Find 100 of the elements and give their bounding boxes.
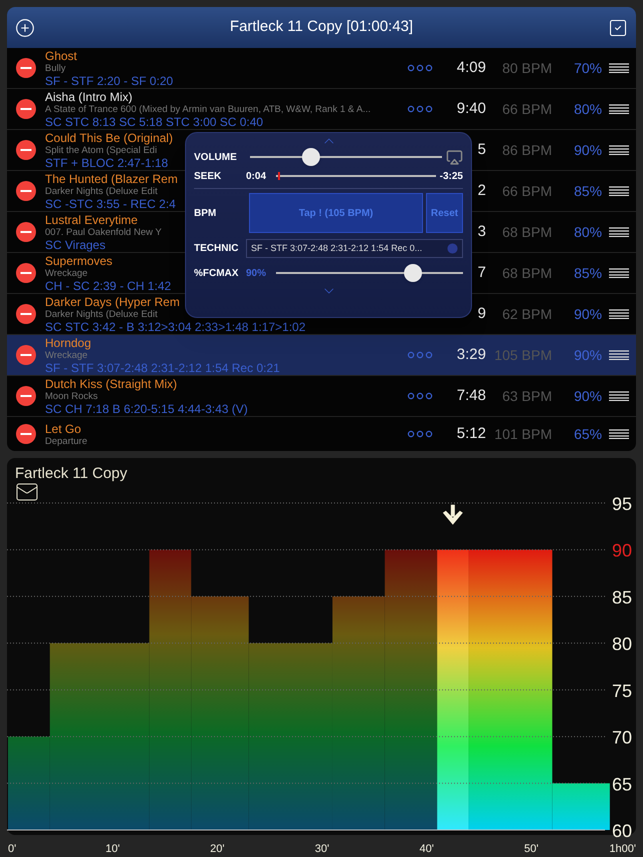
- slider-thumb[interactable]: [302, 148, 320, 166]
- track-fcmax: 90%: [574, 346, 602, 364]
- remove-icon[interactable]: [16, 181, 36, 201]
- track-fcmax: 85%: [574, 264, 602, 282]
- technic-field[interactable]: SF - STF 3:07-2:48 2:31-2:12 1:54 Rec 0...: [246, 239, 463, 258]
- more-icon[interactable]: [407, 64, 433, 72]
- track-technic: SC CH 7:18 B 6:20-5:15 4:44-3:43 (V): [45, 402, 248, 416]
- track-title: Let Go: [45, 422, 82, 436]
- track-fcmax: 90%: [574, 304, 602, 324]
- x-tick-label: 20': [210, 843, 224, 855]
- seek-marker[interactable]: [278, 172, 280, 180]
- add-icon[interactable]: [15, 18, 35, 38]
- seek-slider[interactable]: [276, 171, 436, 181]
- more-icon[interactable]: [407, 430, 433, 438]
- track-bpm: 66 BPM: [502, 182, 552, 200]
- x-tick-label: 1h00': [609, 843, 636, 855]
- fcmax-slider[interactable]: [276, 264, 463, 282]
- track-artist: Moon Rocks: [45, 390, 98, 402]
- track-title: Aisha (Intro Mix): [45, 90, 132, 104]
- technic-value: SF - STF 3:07-2:48 2:31-2:12 1:54 Rec 0...: [251, 242, 424, 255]
- remove-icon[interactable]: [16, 263, 36, 283]
- track-bpm: 66 BPM: [502, 100, 552, 118]
- track-artist: Wreckage: [45, 350, 88, 360]
- drag-handle-icon[interactable]: [609, 391, 629, 401]
- check-icon[interactable]: [608, 18, 628, 38]
- track-row[interactable]: Let Go Departure 5:12 101 BPM 65%: [7, 417, 636, 451]
- track-technic: SF - STF 2:20 - SF 0:20: [45, 74, 174, 88]
- track-row[interactable]: Dutch Kiss (Straight Mix) Moon Rocks SC CH 7:18 B 6:20-5:15 4:44-3:43 (V) 7:48 63 BPM 90%: [7, 376, 636, 417]
- track-technic: SC STC 3:42 - B 3:12>3:04 2:33>1:48 1:17>1:02: [45, 320, 306, 334]
- remove-icon[interactable]: [16, 140, 36, 160]
- track-title: Could This Be (Original): [45, 130, 173, 144]
- track-title: The Hunted (Blazer Rem: [45, 172, 178, 186]
- track-duration: 7: [478, 262, 486, 283]
- drag-handle-icon[interactable]: [609, 268, 629, 278]
- track-title: Supermoves: [45, 254, 112, 268]
- track-technic: SC -STC 3:55 - REC 2:4: [45, 196, 176, 210]
- seek-label: SEEK: [194, 170, 222, 184]
- track-fcmax: 80%: [574, 222, 602, 242]
- drag-handle-icon[interactable]: [609, 145, 629, 155]
- drag-handle-icon[interactable]: [609, 63, 629, 73]
- remove-icon[interactable]: [16, 424, 36, 444]
- x-tick-label: 10': [106, 843, 120, 855]
- remaining-time: -3:25: [440, 170, 463, 184]
- track-bpm: 63 BPM: [502, 386, 552, 406]
- track-artist: Wreckage: [45, 268, 88, 278]
- track-bpm: 62 BPM: [502, 304, 552, 324]
- track-row[interactable]: Aisha (Intro Mix) A State of Trance 600 (Mixed by Armin van Buuren, ATB, W&W, Rank 1 & A... SC STC 8:13 SC 5:18 STC 3:00 SC 0:40 9:40 66 BPM 80%: [7, 89, 636, 130]
- remove-icon[interactable]: [16, 58, 36, 78]
- more-icon[interactable]: [407, 351, 433, 359]
- track-bpm: 68 BPM: [502, 264, 552, 282]
- track-bpm: 68 BPM: [502, 222, 552, 242]
- track-artist: Departure: [45, 436, 88, 446]
- x-tick-label: 50': [524, 843, 538, 855]
- track-duration: 9:40: [456, 98, 486, 119]
- drag-handle-icon[interactable]: [609, 429, 629, 439]
- track-technic: SC Virages: [45, 238, 106, 252]
- x-tick-label: 40': [420, 843, 434, 855]
- track-fcmax: 80%: [574, 100, 602, 118]
- track-technic: CH - SC 2:39 - CH 1:42: [45, 278, 172, 292]
- track-artist: Darker Nights (Deluxe Edit: [45, 186, 158, 196]
- remove-icon[interactable]: [16, 386, 36, 406]
- track-duration: 3:29: [456, 344, 486, 365]
- airplay-icon[interactable]: [446, 148, 463, 166]
- slider-thumb[interactable]: [404, 264, 422, 282]
- remove-icon[interactable]: [16, 345, 36, 365]
- y-tick-label: 65: [612, 774, 632, 794]
- y-tick-label: 75: [612, 680, 632, 701]
- track-bpm: 86 BPM: [502, 140, 552, 160]
- drag-handle-icon[interactable]: [609, 186, 629, 196]
- y-tick-label: 80: [612, 634, 632, 654]
- header-title: Fartleck 11 Copy [01:00:43]: [230, 17, 414, 38]
- fcmax-label: %FCMAX: [194, 266, 240, 280]
- drag-handle-icon[interactable]: [609, 104, 629, 114]
- track-technic: STF + BLOC 2:47-1:18: [45, 156, 168, 170]
- track-technic: SF - STF 3:07-2:48 2:31-2:12 1:54 Rec 0:21: [45, 360, 280, 374]
- track-row[interactable]: Ghost Bully SF - STF 2:20 - SF 0:20 4:09 80 BPM 70%: [7, 48, 636, 89]
- remove-icon[interactable]: [16, 222, 36, 242]
- track-technic: SC STC 8:13 SC 5:18 STC 3:00 SC 0:40: [45, 114, 264, 128]
- drag-handle-icon[interactable]: [609, 227, 629, 237]
- track-artist: 007. Paul Oakenfold New Y: [45, 226, 162, 238]
- volume-slider[interactable]: [250, 148, 442, 166]
- track-row[interactable]: Horndog Wreckage SF - STF 3:07-2:48 2:31-2:12 1:54 Rec 0:21 3:29 105 BPM 90%: [7, 335, 636, 376]
- track-title: Darker Days (Hyper Rem: [45, 294, 180, 308]
- remove-icon[interactable]: [16, 99, 36, 119]
- volume-label: VOLUME: [194, 150, 238, 164]
- drag-handle-icon[interactable]: [609, 309, 629, 319]
- more-icon[interactable]: [407, 105, 433, 113]
- remove-icon[interactable]: [16, 304, 36, 324]
- fcmax-value: 90%: [246, 266, 268, 280]
- track-artist: A State of Trance 600 (Mixed by Armin van Buuren, ATB, W&W, Rank 1 & A...: [45, 104, 371, 114]
- chart-title: Fartleck 11 Copy: [15, 464, 128, 484]
- y-tick-label: 70: [612, 728, 632, 748]
- track-duration: 5:12: [456, 424, 486, 444]
- track-duration: 7:48: [456, 386, 486, 406]
- bpm-label: BPM: [194, 206, 218, 220]
- drag-handle-icon[interactable]: [609, 350, 629, 360]
- track-artist: Darker Nights (Deluxe Edit: [45, 308, 158, 320]
- track-fcmax: 70%: [574, 58, 602, 78]
- track-title: Horndog: [45, 336, 92, 350]
- more-icon[interactable]: [407, 392, 433, 400]
